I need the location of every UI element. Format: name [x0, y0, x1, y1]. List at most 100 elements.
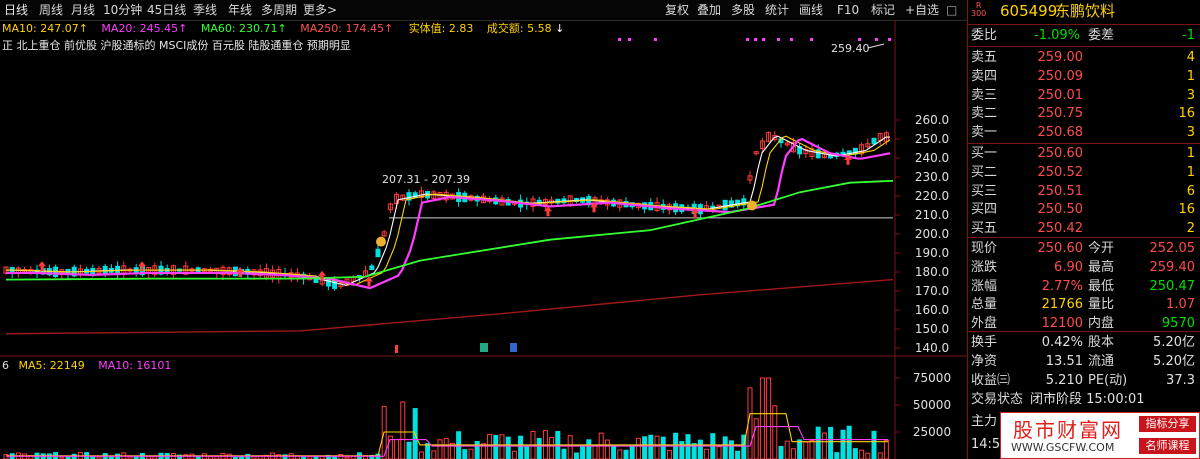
volume-bar	[759, 377, 765, 459]
quote-value: 250.47	[1149, 278, 1196, 294]
volume-bar	[604, 439, 610, 459]
volume-bar	[561, 448, 567, 459]
ma10-legend: MA10: 247.07↑	[2, 22, 88, 35]
event-marker-icon	[790, 38, 793, 41]
watermark-tag-indicators: 指标分享	[1139, 416, 1196, 432]
sell-level-row: 卖四 250.09 1	[968, 68, 1200, 85]
market-badge: R 300	[971, 2, 986, 18]
volume-bar	[666, 449, 672, 459]
volume-prefix: 6	[2, 359, 9, 372]
candle-body	[722, 199, 728, 211]
volume-bar	[437, 439, 443, 459]
weicha-label: 委差	[1088, 28, 1115, 43]
ma-legend: MA10: 247.07↑ MA20: 245.45↑ MA60: 230.71…	[2, 23, 564, 35]
shiji-legend: 实体值: 2.83	[408, 22, 474, 35]
candle-body	[871, 137, 877, 145]
level-label: 买四	[971, 202, 998, 218]
level-volume: 3	[1186, 87, 1195, 103]
fund-value: 13.51	[1045, 353, 1083, 369]
divider	[968, 24, 1200, 25]
quote-label: 内盘	[1088, 316, 1115, 332]
volume-bar	[648, 434, 654, 459]
level-label: 卖二	[971, 106, 998, 122]
sell-level-row: 卖五 259.00 4	[968, 49, 1200, 66]
price-tick-label: 180.0	[915, 265, 949, 279]
quote-row: 涨幅 2.77% 最低 250.47	[968, 278, 1200, 295]
divider	[968, 237, 1200, 238]
level-price: 250.60	[1037, 146, 1084, 161]
volume-bar	[611, 446, 617, 459]
level-volume: 1	[1186, 146, 1195, 161]
price-tick-label: 150.0	[915, 322, 949, 336]
volume-bar	[704, 448, 710, 459]
vol-ma10-legend: MA10: 16101	[98, 359, 172, 372]
badge-bottom: 300	[971, 9, 987, 18]
level-label: 买一	[971, 146, 998, 161]
quote-value: 1.07	[1166, 297, 1195, 313]
event-marker-icon	[628, 38, 631, 41]
time-label: 14:5	[971, 437, 1001, 452]
price-tick-label: 160.0	[915, 303, 949, 317]
price-tick-label: 200.0	[915, 227, 949, 241]
level-label: 卖四	[971, 68, 998, 84]
buy-level-row: 买一 250.60 1	[968, 145, 1200, 162]
volume-tick-label: 75000	[913, 371, 951, 385]
fund-value: 5.20亿	[1153, 335, 1195, 350]
volume-bar	[840, 429, 846, 459]
fund-label: PE(动)	[1088, 372, 1128, 388]
volume-bar	[809, 439, 815, 459]
info-badge-icon	[510, 343, 517, 352]
price-tick-label: 140.0	[915, 341, 949, 355]
stock-name: 东鹏饮料	[1055, 2, 1116, 20]
status-value: 闭市阶段 15:00:01	[1030, 392, 1145, 407]
volume-bar	[697, 439, 703, 459]
level-label: 卖五	[971, 50, 998, 65]
volume-bar	[443, 437, 449, 459]
fund-value: 5.210	[1045, 372, 1083, 388]
quote-row: 涨跌 6.90 最高 259.40	[968, 259, 1200, 276]
kline-chart-area[interactable]: 日线 周线 月线 10分钟 45日线 季线 年线 多周期 更多> 复权 叠加 多股 统计 画线 F10 标记 +…	[0, 0, 967, 459]
level-volume: 3	[1186, 125, 1195, 141]
quote-label: 今开	[1088, 241, 1115, 256]
volume-bar	[474, 440, 480, 459]
volume-bar	[418, 451, 424, 459]
price-tick-label: 250.0	[915, 132, 949, 146]
volume-bar	[536, 437, 542, 459]
event-marker-icon	[618, 38, 621, 41]
ma5-line	[6, 135, 890, 286]
price-tick-label: 190.0	[915, 246, 949, 260]
status-label: 交易状态	[971, 392, 1024, 407]
volume-bar	[803, 441, 809, 459]
ma10-line	[6, 135, 891, 286]
stock-code: 605499	[1000, 2, 1058, 20]
level-label: 卖一	[971, 125, 998, 141]
volume-bar	[834, 452, 840, 459]
price-tick-label: 260.0	[915, 113, 949, 127]
level-volume: 1	[1186, 164, 1195, 180]
price-tick-label: 230.0	[915, 170, 949, 184]
sell-level-row: 卖一 250.68 3	[968, 124, 1200, 141]
volume-bar	[815, 426, 821, 459]
vol-ma10-line	[6, 426, 888, 457]
candle-body	[325, 278, 331, 287]
volume-legend: 6 MA5: 22149 MA10: 16101	[2, 360, 171, 372]
sell-level-row: 卖二 250.75 16	[968, 105, 1200, 122]
volume-bar	[487, 434, 493, 459]
level-price: 250.52	[1037, 164, 1084, 180]
kline-svg[interactable]: 260.0 250.0 240.0 230.0 220.0 210.0 200.0 190.0…	[0, 0, 967, 459]
buy-level-row: 买二 250.52 1	[968, 164, 1200, 181]
divider	[968, 46, 1200, 47]
quote-value: 9570	[1161, 316, 1195, 332]
volume-bar	[883, 439, 889, 459]
quote-row: 外盘 12100 内盘 9570	[968, 315, 1200, 332]
sell-level-row: 卖三 250.01 3	[968, 87, 1200, 104]
volume-bar	[722, 436, 728, 459]
quote-row: 总量 21766 量比 1.07	[968, 296, 1200, 313]
price-tick-label: 220.0	[915, 189, 949, 203]
volume-bar	[623, 449, 629, 459]
fund-value: 5.20亿	[1153, 353, 1195, 369]
volume-bar	[778, 445, 784, 459]
ma20-legend: MA20: 245.45↑	[101, 22, 188, 35]
event-marker-icon	[762, 38, 765, 41]
watermark-url: WWW.GSCFW.COM	[1011, 441, 1115, 454]
